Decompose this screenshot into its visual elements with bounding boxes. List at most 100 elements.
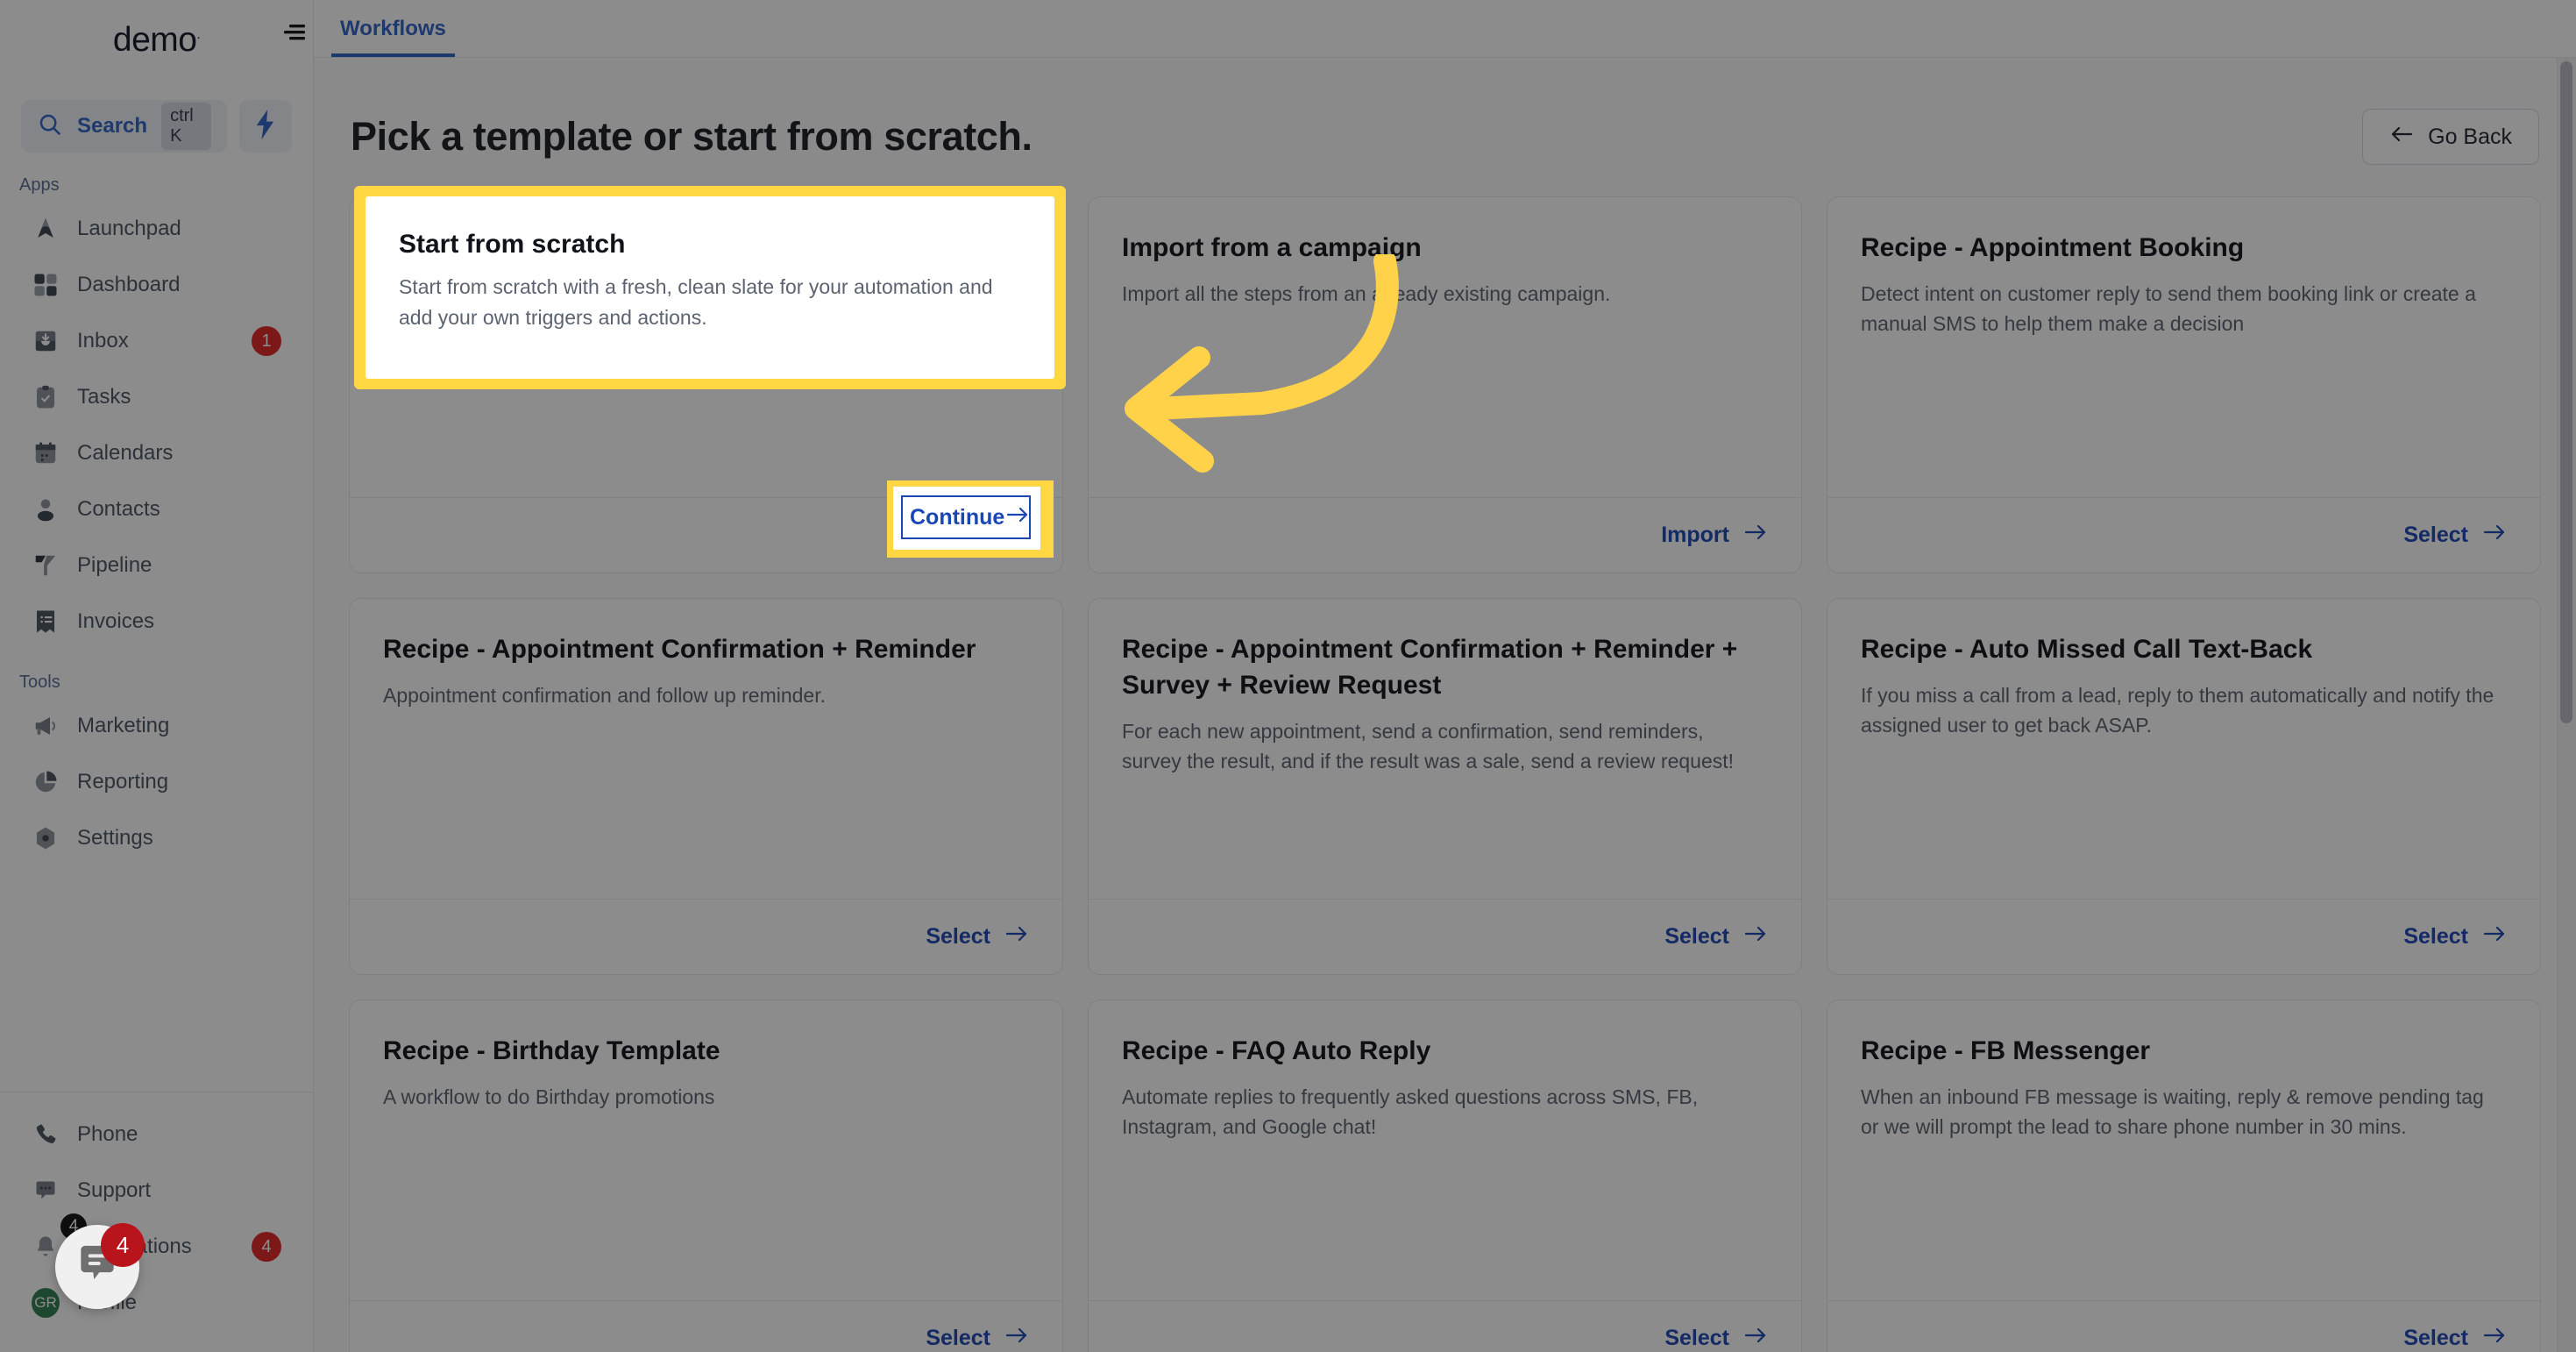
card-footer: Select [1827, 1300, 2540, 1352]
chat-bubble-icon [32, 1177, 60, 1205]
template-card[interactable]: Recipe - FAQ Auto Reply Automate replies… [1088, 1000, 1802, 1352]
quick-action-button[interactable] [239, 100, 292, 153]
sidebar-item-marketing[interactable]: Marketing [12, 698, 301, 754]
start-from-scratch-card[interactable]: Start from scratch Start from scratch wi… [365, 196, 1054, 379]
arrow-right-icon [1004, 1326, 1029, 1351]
go-back-label: Go Back [2428, 124, 2512, 149]
app-root: demo. Search ctrl K Apps Launchpad Dashb… [0, 0, 2576, 1352]
gear-icon [32, 824, 60, 852]
sidebar-item-inbox[interactable]: Inbox 1 [12, 313, 301, 369]
tab-workflows[interactable]: Workflows [331, 17, 455, 57]
card-description: A workflow to do Birthday promotions [383, 1085, 715, 1108]
card-body: Recipe - Appointment Booking Detect inte… [1827, 197, 2540, 497]
sidebar-item-reporting[interactable]: Reporting [12, 754, 301, 810]
sidebar-bottom: Phone Support 4 Notifications 4 [0, 1092, 313, 1352]
card-action-label: Select [2403, 1326, 2468, 1350]
sidebar-item-label: Pipeline [77, 553, 153, 577]
arrow-right-icon [1743, 523, 1768, 548]
card-title: Recipe - Birthday Template [383, 1036, 720, 1065]
card-body: Recipe - Appointment Confirmation + Remi… [1089, 599, 1801, 899]
sidebar-item-label: Phone [77, 1122, 138, 1146]
chat-widget-launcher[interactable]: 4 [55, 1223, 145, 1309]
card-title: Recipe - Appointment Confirmation + Remi… [1122, 635, 1738, 700]
status-badge: 4 [252, 1232, 281, 1262]
sidebar-item-dashboard[interactable]: Dashboard [12, 257, 301, 313]
card-description: Import all the steps from an already exi… [1122, 281, 1611, 305]
sidebar-item-settings[interactable]: Settings [12, 810, 301, 866]
lightning-bolt-icon [253, 109, 278, 144]
card-action-button[interactable]: Import [1661, 523, 1768, 548]
card-action-label: Select [926, 924, 990, 949]
card-body: Recipe - FAQ Auto Reply Automate replies… [1089, 1000, 1801, 1300]
sidebar-item-pipeline[interactable]: Pipeline [12, 537, 301, 594]
funnel-icon [32, 551, 60, 580]
card-body: Import from a campaign Import all the st… [1089, 197, 1801, 497]
card-action-button[interactable]: Select [926, 1326, 1029, 1351]
template-card[interactable]: Recipe - FB Messenger When an inbound FB… [1827, 1000, 2541, 1352]
card-description: When an inbound FB message is waiting, r… [1861, 1085, 2484, 1139]
sidebar-item-profile[interactable]: GR Profile [12, 1275, 301, 1331]
sidebar-item-calendars[interactable]: Calendars [12, 425, 301, 481]
template-card[interactable]: Recipe - Appointment Confirmation + Remi… [1088, 598, 1802, 975]
sidebar-item-phone[interactable]: Phone [12, 1107, 301, 1163]
search-input[interactable]: Search ctrl K [21, 100, 227, 153]
arrow-right-icon [2482, 924, 2507, 950]
sidebar-nav-tools: Marketing Reporting Settings [0, 698, 313, 866]
template-card[interactable]: Recipe - Birthday Template A workflow to… [349, 1000, 1063, 1352]
sidebar-item-label: Marketing [77, 714, 170, 737]
continue-label: Continue [910, 504, 1005, 530]
sidebar-item-launchpad[interactable]: Launchpad [12, 201, 301, 257]
sidebar-item-label: Reporting [77, 770, 169, 793]
sidebar-item-label: Calendars [77, 441, 174, 465]
card-action-button[interactable]: Select [1664, 924, 1768, 950]
sidebar-nav-apps: Launchpad Dashboard Inbox 1 Tasks Calend… [0, 201, 313, 650]
card-footer: Select [350, 899, 1062, 974]
continue-button[interactable]: Continue [901, 495, 1031, 539]
avatar-initials: GR [32, 1288, 60, 1318]
card-action-button[interactable]: Select [1664, 1326, 1768, 1351]
inbox-icon [32, 327, 60, 355]
card-title: Start from scratch [399, 230, 626, 259]
card-title: Recipe - Auto Missed Call Text-Back [1861, 635, 2313, 664]
arrow-left-icon [2389, 125, 2414, 150]
sidebar-item-contacts[interactable]: Contacts [12, 481, 301, 537]
card-title: Import from a campaign [1122, 233, 1422, 262]
bell-icon [32, 1233, 60, 1261]
search-placeholder: Search [77, 114, 148, 138]
template-card[interactable]: Import from a campaign Import all the st… [1088, 196, 1802, 573]
sidebar-item-invoices[interactable]: Invoices [12, 594, 301, 650]
card-title: Recipe - Appointment Booking [1861, 233, 2245, 262]
card-action-button[interactable]: Select [2403, 523, 2507, 548]
brand-mark: . [196, 27, 201, 42]
template-card[interactable]: Recipe - Appointment Confirmation + Remi… [349, 598, 1063, 975]
template-card[interactable]: Recipe - Appointment Booking Detect inte… [1827, 196, 2541, 573]
brand-logo[interactable]: demo. [0, 0, 313, 81]
search-shortcut: ctrl K [161, 103, 211, 150]
card-action-button[interactable]: Select [926, 924, 1029, 950]
card-title: Recipe - FAQ Auto Reply [1122, 1036, 1431, 1065]
sidebar-item-label: Settings [77, 826, 153, 850]
sidebar-item-support[interactable]: Support [12, 1163, 301, 1219]
card-footer: Select [1089, 1300, 1801, 1352]
collapse-menu-icon[interactable] [280, 19, 310, 46]
calendar-icon [32, 439, 60, 467]
search-icon [37, 111, 63, 142]
template-card[interactable]: Recipe - Auto Missed Call Text-Back If y… [1827, 598, 2541, 975]
page-scrollbar-thumb[interactable] [2560, 61, 2572, 723]
card-action-button[interactable]: Select [2403, 924, 2507, 950]
card-title: Recipe - Appointment Confirmation + Remi… [383, 635, 976, 664]
megaphone-icon [32, 712, 60, 740]
phone-icon [32, 1121, 60, 1149]
page-header: Pick a template or start from scratch. G… [349, 58, 2541, 196]
card-action-label: Select [2403, 924, 2468, 949]
card-action-label: Select [1664, 1326, 1729, 1350]
sidebar-item-label: Launchpad [77, 217, 181, 240]
sidebar-group-label-tools: Tools [19, 672, 60, 692]
card-action-button[interactable]: Select [2403, 1326, 2507, 1351]
sidebar-item-tasks[interactable]: Tasks [12, 369, 301, 425]
arrow-right-icon [2482, 1326, 2507, 1351]
sidebar-item-label: Tasks [77, 385, 131, 409]
sidebar-item-label: Support [77, 1178, 152, 1202]
go-back-button[interactable]: Go Back [2362, 109, 2539, 165]
chat-unread-badge: 4 [101, 1223, 145, 1267]
